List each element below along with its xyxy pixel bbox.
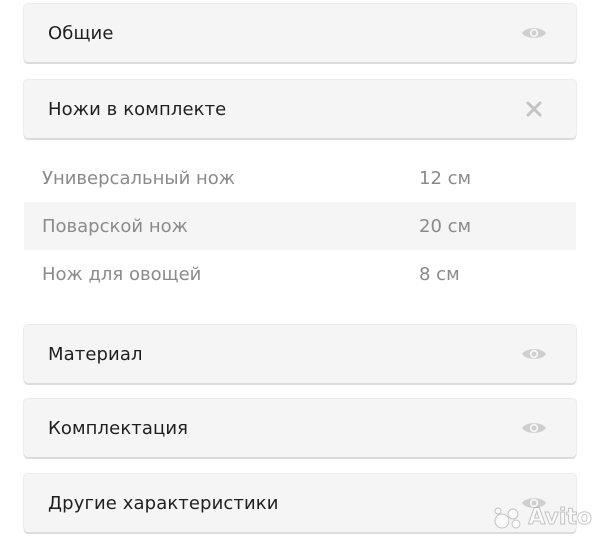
section-knives[interactable]: Ножи в комплекте bbox=[24, 80, 576, 138]
spec-value: 12 см bbox=[419, 167, 472, 189]
table-row: Поварской нож 20 см bbox=[24, 202, 576, 250]
eye-icon[interactable] bbox=[520, 414, 548, 442]
section-title-material: Материал bbox=[48, 343, 143, 365]
avito-watermark: Avito bbox=[494, 505, 593, 531]
spec-value: 8 см bbox=[419, 263, 460, 285]
section-general[interactable]: Общие bbox=[24, 4, 576, 62]
section-title-general: Общие bbox=[48, 22, 114, 44]
specs-page: Общие Ножи в комплекте Универсальный нож… bbox=[0, 0, 600, 540]
spec-name: Поварской нож bbox=[42, 215, 188, 237]
table-row: Нож для овощей 8 см bbox=[24, 250, 576, 298]
section-title-other: Другие характеристики bbox=[48, 492, 279, 514]
section-material[interactable]: Материал bbox=[24, 325, 576, 383]
table-row: Универсальный нож 12 см bbox=[24, 154, 576, 202]
watermark-text: Avito bbox=[528, 505, 593, 531]
knives-spec-table: Универсальный нож 12 см Поварской нож 20… bbox=[24, 154, 576, 298]
section-other[interactable]: Другие характеристики bbox=[24, 474, 576, 532]
section-title-knives: Ножи в комплекте bbox=[48, 98, 227, 120]
spec-value: 20 см bbox=[419, 215, 472, 237]
eye-icon[interactable] bbox=[520, 19, 548, 47]
section-kit[interactable]: Комплектация bbox=[24, 399, 576, 457]
spec-name: Универсальный нож bbox=[42, 167, 235, 189]
eye-icon[interactable] bbox=[520, 340, 548, 368]
avito-logo-icon bbox=[494, 507, 521, 528]
section-title-kit: Комплектация bbox=[48, 417, 189, 439]
spec-name: Нож для овощей bbox=[42, 263, 202, 285]
close-icon[interactable] bbox=[520, 95, 548, 123]
